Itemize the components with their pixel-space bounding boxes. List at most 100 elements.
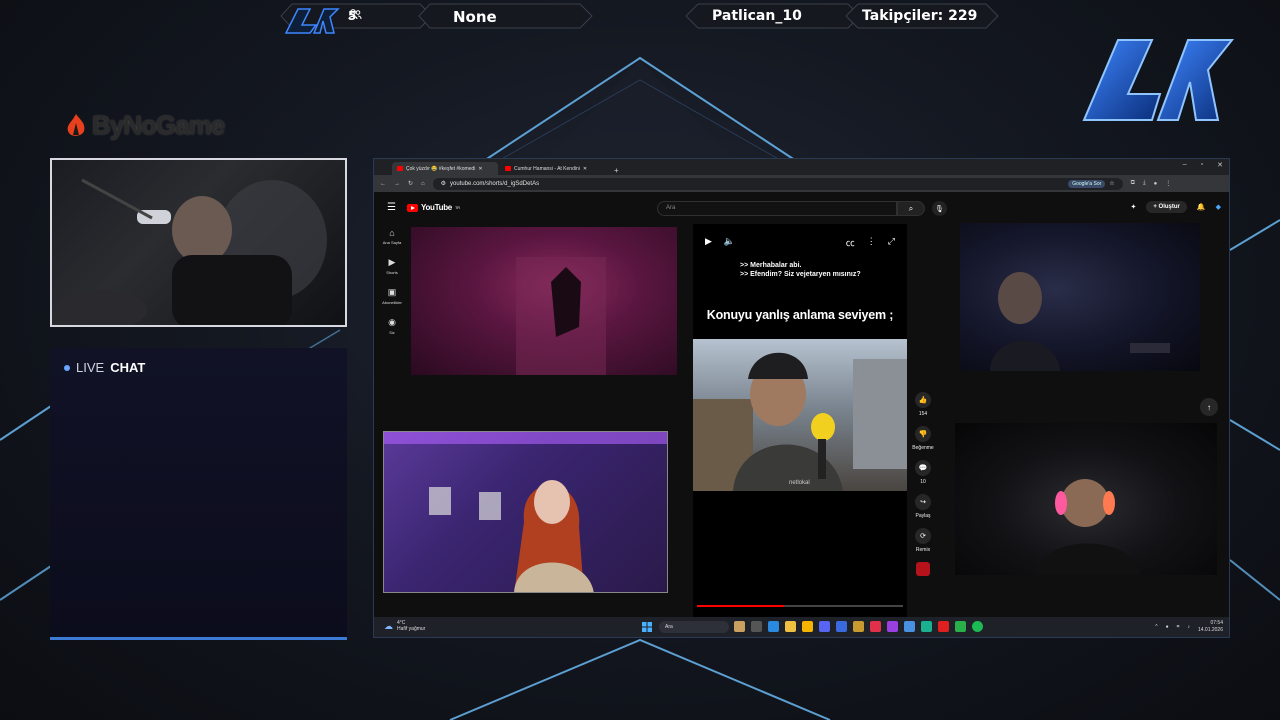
- new-tab-button[interactable]: +: [608, 166, 625, 175]
- tab-close-icon[interactable]: ✕: [583, 166, 587, 172]
- browser-tab-active[interactable]: Çok yüzdır 😂 #keşfet #komedi ✕: [392, 162, 498, 175]
- extensions-icon[interactable]: ⧉: [1131, 180, 1135, 187]
- play-icon[interactable]: ▶: [705, 236, 712, 249]
- close-window-icon[interactable]: ✕: [1217, 161, 1223, 169]
- mic-tray-icon[interactable]: ●: [1166, 624, 1169, 630]
- sidebar-item-home[interactable]: ⌂ Ana Sayfa: [374, 228, 410, 245]
- edge-icon[interactable]: [768, 621, 779, 632]
- tray-chevron-icon[interactable]: ^: [1155, 624, 1157, 630]
- more-options-icon[interactable]: ⋮: [867, 236, 876, 249]
- windows-start-icon[interactable]: [642, 622, 652, 632]
- widgets-icon[interactable]: [734, 621, 745, 632]
- home-icon: ⌂: [389, 228, 395, 238]
- clock[interactable]: 07:54 14.01.2026: [1198, 620, 1223, 634]
- minimize-icon[interactable]: –: [1183, 161, 1187, 169]
- sound-thumbnail[interactable]: [916, 562, 930, 576]
- comment-icon: 💬: [915, 460, 931, 476]
- viewer-count: 5: [348, 9, 362, 23]
- video-watermark: netlokal: [789, 480, 810, 486]
- downloads-icon[interactable]: ⤓: [1143, 180, 1146, 187]
- browser-tab[interactable]: Cumhur Hamansi - At Kendini ✕: [500, 162, 606, 175]
- voice-search-button[interactable]: 🎙: [932, 201, 947, 216]
- guest-camera-3: [383, 431, 668, 593]
- remix-button[interactable]: ⟳ Remix: [915, 528, 931, 553]
- google-lens-button[interactable]: Google'a Sor: [1068, 179, 1106, 188]
- youtube-header: ☰ YouTube TR Ara ⌕ 🎙 ✦ + Oluştur 🔔 ◆: [374, 192, 1229, 224]
- browser-menu-icon[interactable]: ⋮: [1165, 180, 1171, 187]
- sidebar-item-shorts[interactable]: ▶ Shorts: [374, 257, 410, 275]
- discord-icon[interactable]: [819, 621, 830, 632]
- chrome-icon[interactable]: [802, 621, 813, 632]
- shorts-dialog: >> Merhabalar abi. >> Efendim? Siz vejet…: [740, 261, 861, 279]
- url-field[interactable]: ⚙ youtube.com/shorts/d_igSdDetAs Google'…: [432, 177, 1123, 190]
- dislike-button[interactable]: 👎 Beğenme: [912, 426, 934, 451]
- window-controls: – ▫ ✕: [1183, 161, 1223, 169]
- streamer-name: Patlican_10: [712, 8, 802, 24]
- time: 07:54: [1210, 620, 1223, 626]
- profile-icon[interactable]: ●: [1154, 181, 1158, 187]
- comment-count: 10: [920, 479, 926, 485]
- youtube-logo[interactable]: YouTube TR: [407, 203, 460, 212]
- home-icon[interactable]: ⌂: [421, 181, 425, 187]
- sparkle-icon[interactable]: ✦: [1131, 203, 1137, 211]
- back-icon[interactable]: ←: [380, 181, 386, 187]
- tab-close-icon[interactable]: ✕: [478, 166, 482, 172]
- remix-label: Remix: [915, 547, 931, 553]
- app-icon[interactable]: [921, 621, 932, 632]
- sidebar-item-subscriptions[interactable]: ▣ Abonelikler: [374, 287, 410, 305]
- menu-icon[interactable]: ☰: [387, 202, 396, 213]
- app-icon[interactable]: [887, 621, 898, 632]
- live-chat-panel: LIVE CHAT: [50, 348, 347, 640]
- dialog-line: >> Merhabalar abi.: [740, 262, 802, 269]
- comments-button[interactable]: 💬 10: [915, 460, 931, 485]
- weather-widget[interactable]: ☁ 4°C Hafif yağmur: [384, 620, 425, 632]
- taskbar-apps: [734, 621, 983, 632]
- search-input[interactable]: Ara: [657, 201, 897, 216]
- country-code: TR: [454, 205, 460, 210]
- share-button[interactable]: ↪ Paylaş: [915, 494, 931, 519]
- captions-icon[interactable]: ㏄: [846, 236, 855, 249]
- youtube-logo-text: YouTube: [421, 203, 452, 212]
- live-chat-header: LIVE CHAT: [64, 360, 145, 375]
- forward-icon[interactable]: →: [394, 181, 400, 187]
- taskbar-search[interactable]: Ara: [659, 621, 729, 633]
- search-button[interactable]: ⌕: [897, 201, 925, 216]
- notifications-icon[interactable]: 🔔: [1197, 203, 1206, 211]
- shorts-video-frame: netlokal: [693, 339, 907, 491]
- bookmark-star-icon[interactable]: ☆: [1109, 180, 1114, 187]
- network-icon[interactable]: ⌗: [1177, 624, 1180, 630]
- previous-short-button[interactable]: ↑: [1200, 398, 1218, 416]
- spotify-icon[interactable]: [972, 621, 983, 632]
- app-icon[interactable]: [938, 621, 949, 632]
- maximize-icon[interactable]: ▫: [1201, 161, 1203, 169]
- app-icon[interactable]: [836, 621, 847, 632]
- current-game: None: [453, 8, 497, 26]
- shorts-controls: ▶ 🔈 ㏄ ⋮ ⤢: [705, 236, 895, 249]
- progress-fill: [697, 605, 784, 607]
- create-button[interactable]: + Oluştur: [1146, 201, 1187, 213]
- app-icon[interactable]: [904, 621, 915, 632]
- sidebar-item-label: Shorts: [386, 270, 398, 275]
- file-explorer-icon[interactable]: [785, 621, 796, 632]
- create-label: Oluştur: [1158, 204, 1180, 210]
- header-actions: ✦ + Oluştur 🔔 ◆: [1131, 201, 1221, 213]
- browser-tab-bar: Çok yüzdır 😂 #keşfet #komedi ✕ Cumhur Ha…: [374, 159, 1229, 175]
- site-info-icon[interactable]: ⚙: [441, 180, 446, 187]
- like-button[interactable]: 👍 154: [915, 392, 931, 417]
- volume-icon[interactable]: 🔈: [724, 236, 735, 249]
- volume-tray-icon[interactable]: ♪: [1187, 624, 1190, 630]
- screen-capture: Çok yüzdır 😂 #keşfet #komedi ✕ Cumhur Ha…: [373, 158, 1230, 638]
- app-icon[interactable]: [955, 621, 966, 632]
- youtube-favicon-icon: [505, 166, 511, 171]
- app-icon[interactable]: [870, 621, 881, 632]
- channel-logo-small: [284, 8, 340, 34]
- shorts-player[interactable]: ▶ 🔈 ㏄ ⋮ ⤢ >> Merhabalar abi. >> Efendim?…: [693, 224, 907, 619]
- task-view-icon[interactable]: [751, 621, 762, 632]
- reload-icon[interactable]: ↻: [408, 180, 413, 187]
- shorts-progress-bar[interactable]: [697, 605, 903, 607]
- avatar[interactable]: ◆: [1216, 203, 1221, 211]
- dislike-label: Beğenme: [912, 445, 934, 451]
- app-icon[interactable]: [853, 621, 864, 632]
- fullscreen-icon[interactable]: ⤢: [888, 236, 895, 249]
- sidebar-item-you[interactable]: ◉ Siz: [374, 317, 410, 335]
